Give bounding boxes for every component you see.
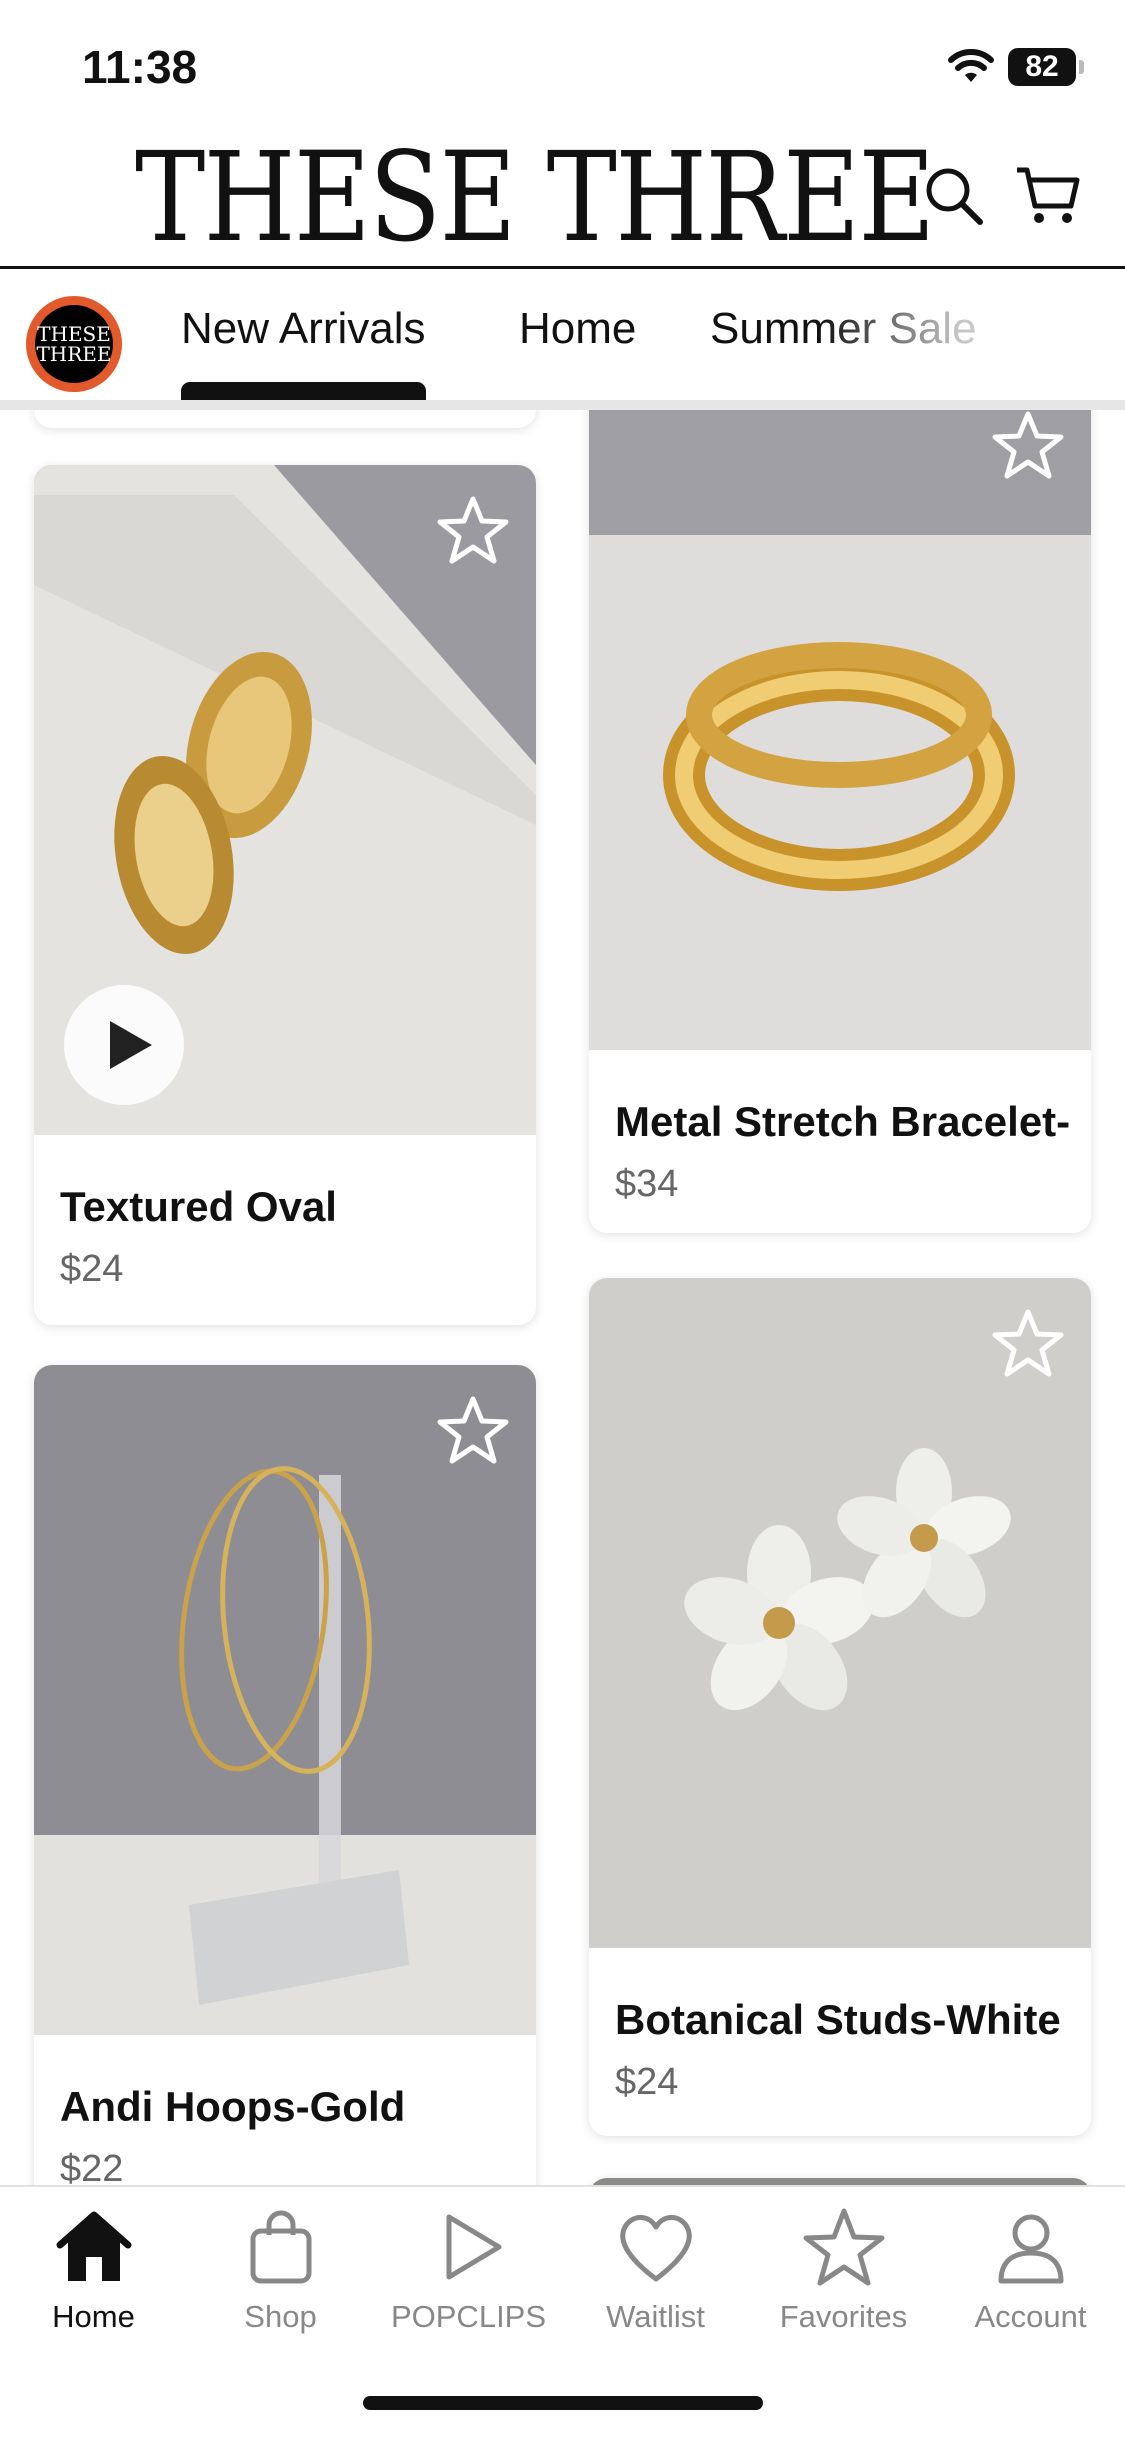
tabbar-item-shop[interactable]: Shop: [187, 2205, 374, 2335]
shopping-bag-icon: [250, 2210, 311, 2284]
favorite-star-icon[interactable]: [436, 1393, 510, 1467]
product-feed[interactable]: Textured Oval $24 Metal Stretch Bracelet…: [0, 410, 1125, 2185]
favorite-star-icon[interactable]: [436, 493, 510, 567]
product-card-partial[interactable]: [589, 2178, 1091, 2185]
tabbar-label: Shop: [244, 2299, 317, 2334]
tabbar-item-home[interactable]: Home: [0, 2205, 187, 2335]
wifi-icon: [948, 49, 994, 82]
tabbar-label: Home: [52, 2299, 135, 2334]
status-bar: 11:38 82: [0, 0, 1125, 130]
favorite-star-icon[interactable]: [991, 410, 1065, 482]
tabs-divider: [0, 400, 1125, 410]
tabbar-item-account[interactable]: Account: [937, 2205, 1124, 2335]
status-time: 11:38: [82, 41, 198, 93]
tab-home[interactable]: Home: [519, 304, 636, 354]
product-title: Metal Stretch Bracelet-: [615, 1098, 1071, 1145]
account-icon: [998, 2214, 1063, 2284]
product-price: $34: [615, 1163, 679, 1205]
product-title: Textured Oval: [60, 1183, 337, 1230]
store-logo-text: THESE THREE: [35, 305, 113, 383]
star-icon: [803, 2208, 884, 2286]
product-title: Andi Hoops-Gold: [60, 2083, 406, 2130]
product-card[interactable]: Botanical Studs-White $24: [589, 1278, 1091, 2136]
category-tabs: THESE THREE New Arrivals Home Summer Sal…: [0, 266, 1125, 406]
product-price: $22: [60, 2148, 124, 2185]
product-price: $24: [615, 2061, 679, 2103]
play-icon: [110, 1021, 152, 1069]
product-price: $24: [60, 1248, 124, 1290]
favorite-star-icon[interactable]: [991, 1306, 1065, 1380]
play-video-button[interactable]: [64, 985, 184, 1105]
tab-new-arrivals[interactable]: New Arrivals: [181, 304, 426, 400]
home-indicator[interactable]: [363, 2396, 763, 2410]
heart-icon: [619, 2215, 692, 2282]
product-card-partial[interactable]: [34, 410, 536, 428]
tabbar-label: Account: [974, 2299, 1087, 2334]
tabs-fade-overlay: [820, 286, 1125, 396]
store-logo[interactable]: THESE THREE: [26, 296, 122, 392]
product-card[interactable]: Andi Hoops-Gold $22: [34, 1365, 536, 2185]
product-card[interactable]: Textured Oval $24: [34, 465, 536, 1325]
tabbar-label: POPCLIPS: [390, 2299, 547, 2334]
tabbar-label: Favorites: [779, 2299, 908, 2334]
brand-logo-text: THESE THREE: [135, 126, 935, 270]
tabbar-item-popclips[interactable]: POPCLIPS: [375, 2205, 562, 2335]
cart-icon[interactable]: [1013, 160, 1085, 232]
product-title: Botanical Studs-White: [615, 1996, 1061, 2043]
tabbar-label: Waitlist: [606, 2299, 705, 2334]
app-header: THESE THREE: [0, 130, 1125, 269]
search-icon[interactable]: [918, 160, 990, 232]
product-image-bracelet[interactable]: [589, 410, 1091, 1050]
play-outline-icon: [446, 2214, 501, 2280]
tabbar-item-favorites[interactable]: Favorites: [750, 2205, 937, 2335]
battery-indicator: 82: [1008, 48, 1084, 86]
home-icon: [56, 2211, 131, 2281]
tabbar-item-waitlist[interactable]: Waitlist: [562, 2205, 749, 2335]
product-card[interactable]: Metal Stretch Bracelet- $34: [589, 410, 1091, 1233]
